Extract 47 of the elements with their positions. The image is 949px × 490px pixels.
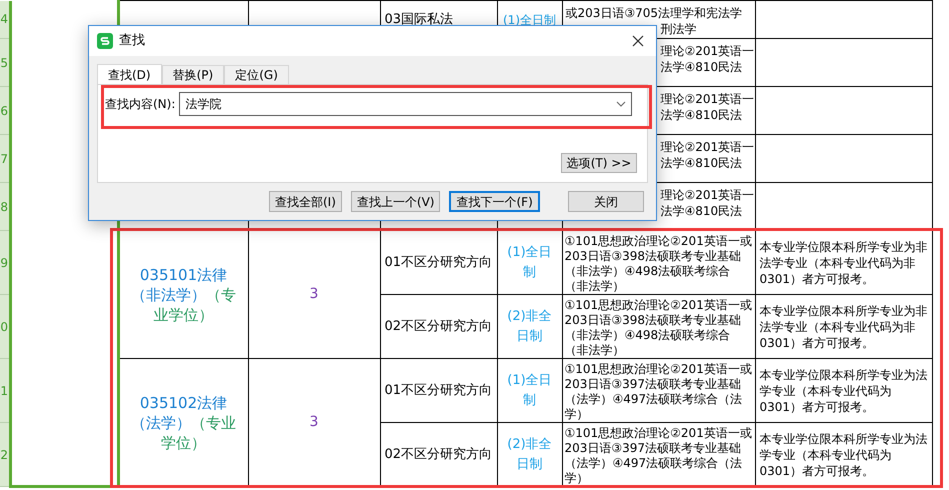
table-cell: (1)全日制 bbox=[507, 245, 552, 280]
options-button[interactable]: 选项(T) >> bbox=[561, 153, 637, 173]
table-cell: 本专业学位限本科所学专业为非法学专业（本科专业代码为非0301）者方可报考。 bbox=[760, 238, 928, 286]
table-cell: 02不区分研究方向 bbox=[384, 318, 492, 334]
find-label: 查找内容(N): bbox=[105, 96, 176, 113]
dialog-button[interactable]: 查找全部(I) bbox=[269, 191, 342, 212]
table-cell: 法学④810民法 bbox=[660, 107, 742, 123]
close-icon bbox=[632, 35, 644, 47]
table-cell: 理论②201英语一 bbox=[660, 139, 754, 155]
table-cell: 3 bbox=[310, 414, 318, 430]
table-cell: 02不区分研究方向 bbox=[384, 446, 492, 462]
dialog-title: 查找 bbox=[119, 32, 145, 50]
table-cell: ①101思想政治理论②201英语一或203日语③397法硕联考专业基础（法学）④497法硕联考综合（法学） bbox=[564, 362, 752, 422]
tab[interactable]: 查找(D) bbox=[97, 64, 162, 84]
table-cell: 法学④810民法 bbox=[660, 203, 742, 219]
dialog-button[interactable]: 查找上一个(V) bbox=[350, 191, 440, 212]
app-logo-icon bbox=[97, 33, 113, 49]
table-cell: (2)非全日制 bbox=[507, 437, 552, 472]
table-cell: 理论②201英语一 bbox=[660, 43, 754, 59]
table-cell: (2)非全日制 bbox=[507, 309, 552, 344]
table-cell: 01不区分研究方向 bbox=[384, 382, 492, 398]
program-name: 035102法律（法学）（专业学位） bbox=[131, 394, 236, 452]
dialog-button[interactable]: 查找下一个(F) bbox=[449, 191, 540, 212]
find-combo-field[interactable]: 法学院 bbox=[179, 92, 632, 116]
table-cell: 法学④810民法 bbox=[660, 155, 742, 171]
table-cell: 本专业学位限本科所学专业为法学专业（本科专业代码为0301）者方可报考。 bbox=[760, 430, 928, 478]
table-cell: 03国际私法 bbox=[384, 12, 454, 27]
program-name: 035101法律（非法学）（专业学位） bbox=[131, 266, 236, 324]
table-cell: 法学④810民法 bbox=[660, 59, 742, 75]
table-cell: (1)全日制 bbox=[507, 373, 552, 408]
table-cell: ①101思想政治理论②201英语一或203日语③398法硕联考专业基础（非法学）④498法硕联考综合（非法学） bbox=[564, 298, 752, 358]
table-cell: 理论②201英语一 bbox=[660, 187, 754, 203]
table-cell: 或203日语③705法理学和宪法学 bbox=[566, 5, 742, 21]
table-cell: (1)全日制 bbox=[503, 12, 556, 26]
row-number: 4 bbox=[0, 0, 10, 38]
chevron-down-icon bbox=[616, 101, 626, 107]
tab[interactable]: 定位(G) bbox=[224, 65, 289, 84]
table-cell: 刑法学 bbox=[660, 21, 696, 37]
table-cell: 3 bbox=[310, 286, 318, 302]
tab[interactable]: 替换(P) bbox=[162, 65, 224, 84]
table-cell: 本专业学位限本科所学专业为非法学专业（本科专业代码为非0301）者方可报考。 bbox=[760, 302, 928, 350]
dialog-button[interactable]: 关闭 bbox=[568, 191, 644, 212]
table-cell: ①101思想政治理论②201英语一或203日语③398法硕联考专业基础（非法学）④498法硕联考综合（非法学） bbox=[564, 234, 752, 294]
table-cell: 本专业学位限本科所学专业为法学专业（本科专业代码为0301）者方可报考。 bbox=[760, 366, 928, 414]
table-cell: ①101思想政治理论②201英语一或203日语③397法硕联考专业基础（法学）④497法硕联考综合（法学） bbox=[564, 426, 752, 486]
table-cell: 理论②201英语一 bbox=[660, 91, 754, 107]
table-cell: 01不区分研究方向 bbox=[384, 254, 492, 270]
